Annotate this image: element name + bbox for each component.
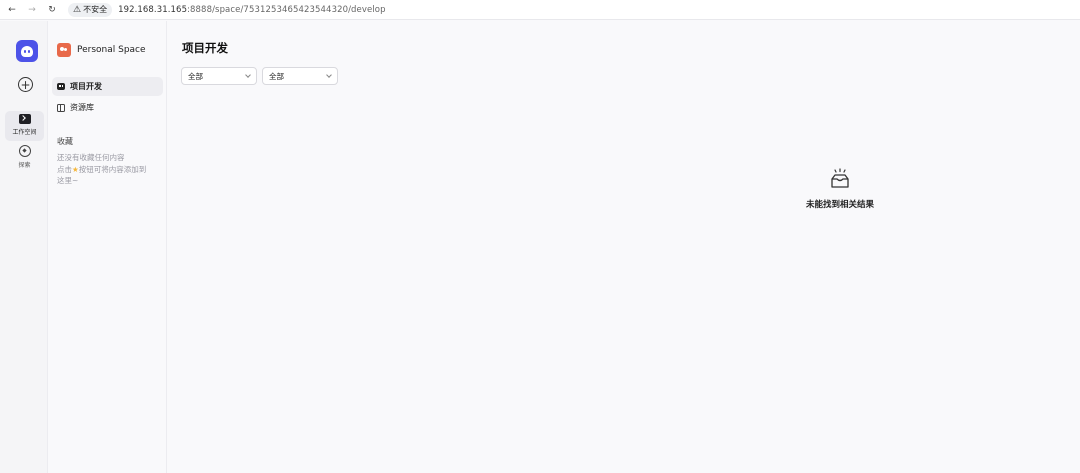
filter-value: 全部 bbox=[269, 71, 284, 81]
space-sidebar: Personal Space 项目开发 资源库 收藏 还没有收藏任何内容 点击★… bbox=[49, 21, 167, 473]
favorites-empty-hint: 还没有收藏任何内容 点击★按钮可将内容添加到 这里~ bbox=[57, 152, 165, 187]
empty-box-icon bbox=[831, 168, 849, 188]
library-icon bbox=[57, 103, 65, 112]
add-circle-icon[interactable]: + bbox=[18, 77, 33, 92]
space-switcher[interactable]: Personal Space bbox=[57, 43, 146, 57]
filter-select-type[interactable]: 全部 bbox=[181, 67, 257, 85]
main-content: 项目开发 全部 全部 未能找到相关结果 bbox=[168, 21, 1080, 473]
favorites-title: 收藏 bbox=[57, 137, 73, 146]
left-rail: + 工作空间 探索 bbox=[0, 21, 48, 473]
favorites-empty-text: 按钮可将内容添加到 bbox=[78, 164, 147, 174]
sidebar-item-label: 资源库 bbox=[70, 103, 94, 112]
favorites-empty-line: 这里~ bbox=[57, 176, 79, 185]
people-icon bbox=[57, 43, 71, 57]
empty-state: 未能找到相关结果 bbox=[788, 166, 892, 210]
favorites-empty-line: 还没有收藏任何内容 bbox=[57, 153, 125, 162]
sidebar-item-label: 项目开发 bbox=[70, 82, 102, 91]
compass-icon bbox=[18, 145, 31, 157]
rail-label-explore: 探索 bbox=[18, 162, 31, 169]
sidebar-item-develop[interactable]: 项目开发 bbox=[52, 77, 163, 96]
favorites-empty-line: 点击★按钮可将内容添加到 bbox=[57, 164, 165, 176]
url-text[interactable]: 192.168.31.165:8888/space/75312534654235… bbox=[118, 5, 386, 15]
empty-state-text: 未能找到相关结果 bbox=[805, 200, 874, 210]
forward-arrow-icon[interactable]: → bbox=[22, 0, 42, 20]
address-bar[interactable]: ⚠ 不安全 192.168.31.165:8888/space/75312534… bbox=[68, 0, 386, 20]
url-path: :8888/space/7531253465423544320/develop bbox=[187, 4, 386, 15]
filter-select-owner[interactable]: 全部 bbox=[262, 67, 338, 85]
browser-toolbar: ← → ↻ ⚠ 不安全 192.168.31.165:8888/space/75… bbox=[0, 0, 1080, 20]
favorites-empty-text: 点击 bbox=[57, 164, 72, 174]
security-label: 不安全 bbox=[83, 5, 108, 14]
app-logo-icon[interactable] bbox=[16, 40, 38, 62]
back-arrow-icon[interactable]: ← bbox=[2, 0, 22, 20]
chevron-down-icon bbox=[245, 72, 251, 78]
rail-item-workspace[interactable]: 工作空间 bbox=[5, 111, 44, 141]
rail-label-workspace: 工作空间 bbox=[12, 129, 37, 136]
terminal-icon bbox=[18, 114, 31, 124]
star-icon: ★ bbox=[72, 164, 79, 174]
space-name: Personal Space bbox=[77, 45, 146, 55]
rail-item-explore[interactable]: 探索 bbox=[5, 143, 44, 171]
bot-icon bbox=[57, 83, 65, 90]
filter-value: 全部 bbox=[188, 71, 203, 81]
reload-icon[interactable]: ↻ bbox=[42, 0, 62, 20]
url-host: 192.168.31.165 bbox=[118, 4, 188, 15]
chevron-down-icon bbox=[326, 72, 332, 78]
warning-icon: ⚠ bbox=[73, 4, 82, 15]
page-title: 项目开发 bbox=[182, 41, 228, 55]
sidebar-item-library[interactable]: 资源库 bbox=[52, 98, 163, 117]
security-chip[interactable]: ⚠ 不安全 bbox=[68, 2, 113, 17]
